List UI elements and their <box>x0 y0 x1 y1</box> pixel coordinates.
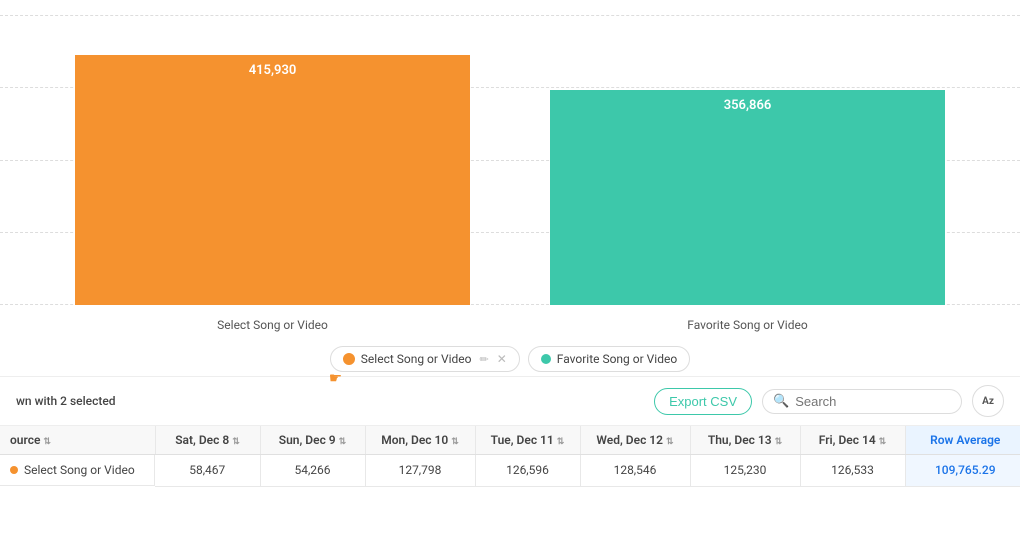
sort-arrow-fri: ⇅ <box>879 437 887 447</box>
col-header-fri[interactable]: Fri, Dec 14⇅ <box>800 426 905 455</box>
sort-arrow-tue: ⇅ <box>557 437 565 447</box>
cell-source: Select Song or Video <box>0 455 155 486</box>
cell-mon: 127,798 <box>365 455 475 487</box>
sort-arrow-thu: ⇅ <box>775 437 783 447</box>
table-header-row: ource⇅ Sat, Dec 8⇅ Sun, Dec 9⇅ Mon, Dec … <box>0 426 1020 455</box>
col-header-sun[interactable]: Sun, Dec 9⇅ <box>260 426 365 455</box>
col-header-avg: Row Average <box>905 426 1020 455</box>
cell-sun: 54,266 <box>260 455 365 487</box>
edit-icon[interactable]: ✏ <box>479 353 488 366</box>
legend-orange-label: Select Song or Video <box>361 352 472 366</box>
export-csv-button[interactable]: Export CSV <box>654 388 752 415</box>
chart-area: 415,930 356,866 Select Song or Video Fav… <box>0 0 1020 340</box>
legend-item-teal[interactable]: Favorite Song or Video <box>528 346 690 372</box>
bar-col-orange: 415,930 <box>75 55 470 305</box>
bar-labels-bottom: Select Song or Video Favorite Song or Vi… <box>0 318 1020 332</box>
sort-arrow-wed: ⇅ <box>666 437 674 447</box>
toolbar-right: Export CSV 🔍 Az <box>654 385 1004 417</box>
col-header-sat[interactable]: Sat, Dec 8⇅ <box>155 426 260 455</box>
col-header-mon[interactable]: Mon, Dec 10⇅ <box>365 426 475 455</box>
search-icon: 🔍 <box>773 394 789 409</box>
col-header-source: ource⇅ <box>0 426 155 455</box>
legend-teal-dot <box>541 354 551 364</box>
legend-pill-orange[interactable]: ☛ Select Song or Video ✏ ✕ <box>330 346 520 372</box>
sort-arrow-sat: ⇅ <box>232 437 240 447</box>
legend-teal-label: Favorite Song or Video <box>557 352 677 366</box>
cell-avg: 109,765.29 <box>905 455 1020 487</box>
az-sort-button[interactable]: Az <box>972 385 1004 417</box>
bar-orange: 415,930 <box>75 55 470 305</box>
grid-line-1 <box>0 15 1020 16</box>
cell-wed: 128,546 <box>580 455 690 487</box>
bar-col-teal: 356,866 <box>550 90 945 305</box>
sort-arrow-sun: ⇅ <box>339 437 347 447</box>
col-header-tue[interactable]: Tue, Dec 11⇅ <box>475 426 580 455</box>
sort-arrow-mon: ⇅ <box>451 437 459 447</box>
search-input[interactable] <box>795 394 945 409</box>
table-toolbar: wn with 2 selected Export CSV 🔍 Az <box>0 377 1020 426</box>
bar-orange-label: Select Song or Video <box>75 318 470 332</box>
selected-text: wn with 2 selected <box>16 394 116 408</box>
table-row: Select Song or Video 58,467 54,266 127,7… <box>0 455 1020 487</box>
bar-teal-label: Favorite Song or Video <box>550 318 945 332</box>
cell-sat: 58,467 <box>155 455 260 487</box>
cell-tue: 126,596 <box>475 455 580 487</box>
col-header-thu[interactable]: Thu, Dec 13⇅ <box>690 426 800 455</box>
bar-orange-value: 415,930 <box>249 55 297 305</box>
search-box: 🔍 <box>762 389 962 414</box>
data-table: ource⇅ Sat, Dec 8⇅ Sun, Dec 9⇅ Mon, Dec … <box>0 426 1020 487</box>
close-icon[interactable]: ✕ <box>497 352 507 366</box>
bar-teal: 356,866 <box>550 90 945 305</box>
table-section: wn with 2 selected Export CSV 🔍 Az ource… <box>0 376 1020 487</box>
chart-bars: 415,930 356,866 <box>0 55 1020 305</box>
col-header-wed[interactable]: Wed, Dec 12⇅ <box>580 426 690 455</box>
legend-orange-dot <box>343 353 355 365</box>
sort-arrow-source: ⇅ <box>43 437 51 447</box>
cell-fri: 126,533 <box>800 455 905 487</box>
row-dot <box>10 466 18 474</box>
legend-area: ☛ Select Song or Video ✏ ✕ Favorite Song… <box>0 340 1020 376</box>
cell-thu: 125,230 <box>690 455 800 487</box>
bar-teal-value: 356,866 <box>724 90 772 305</box>
